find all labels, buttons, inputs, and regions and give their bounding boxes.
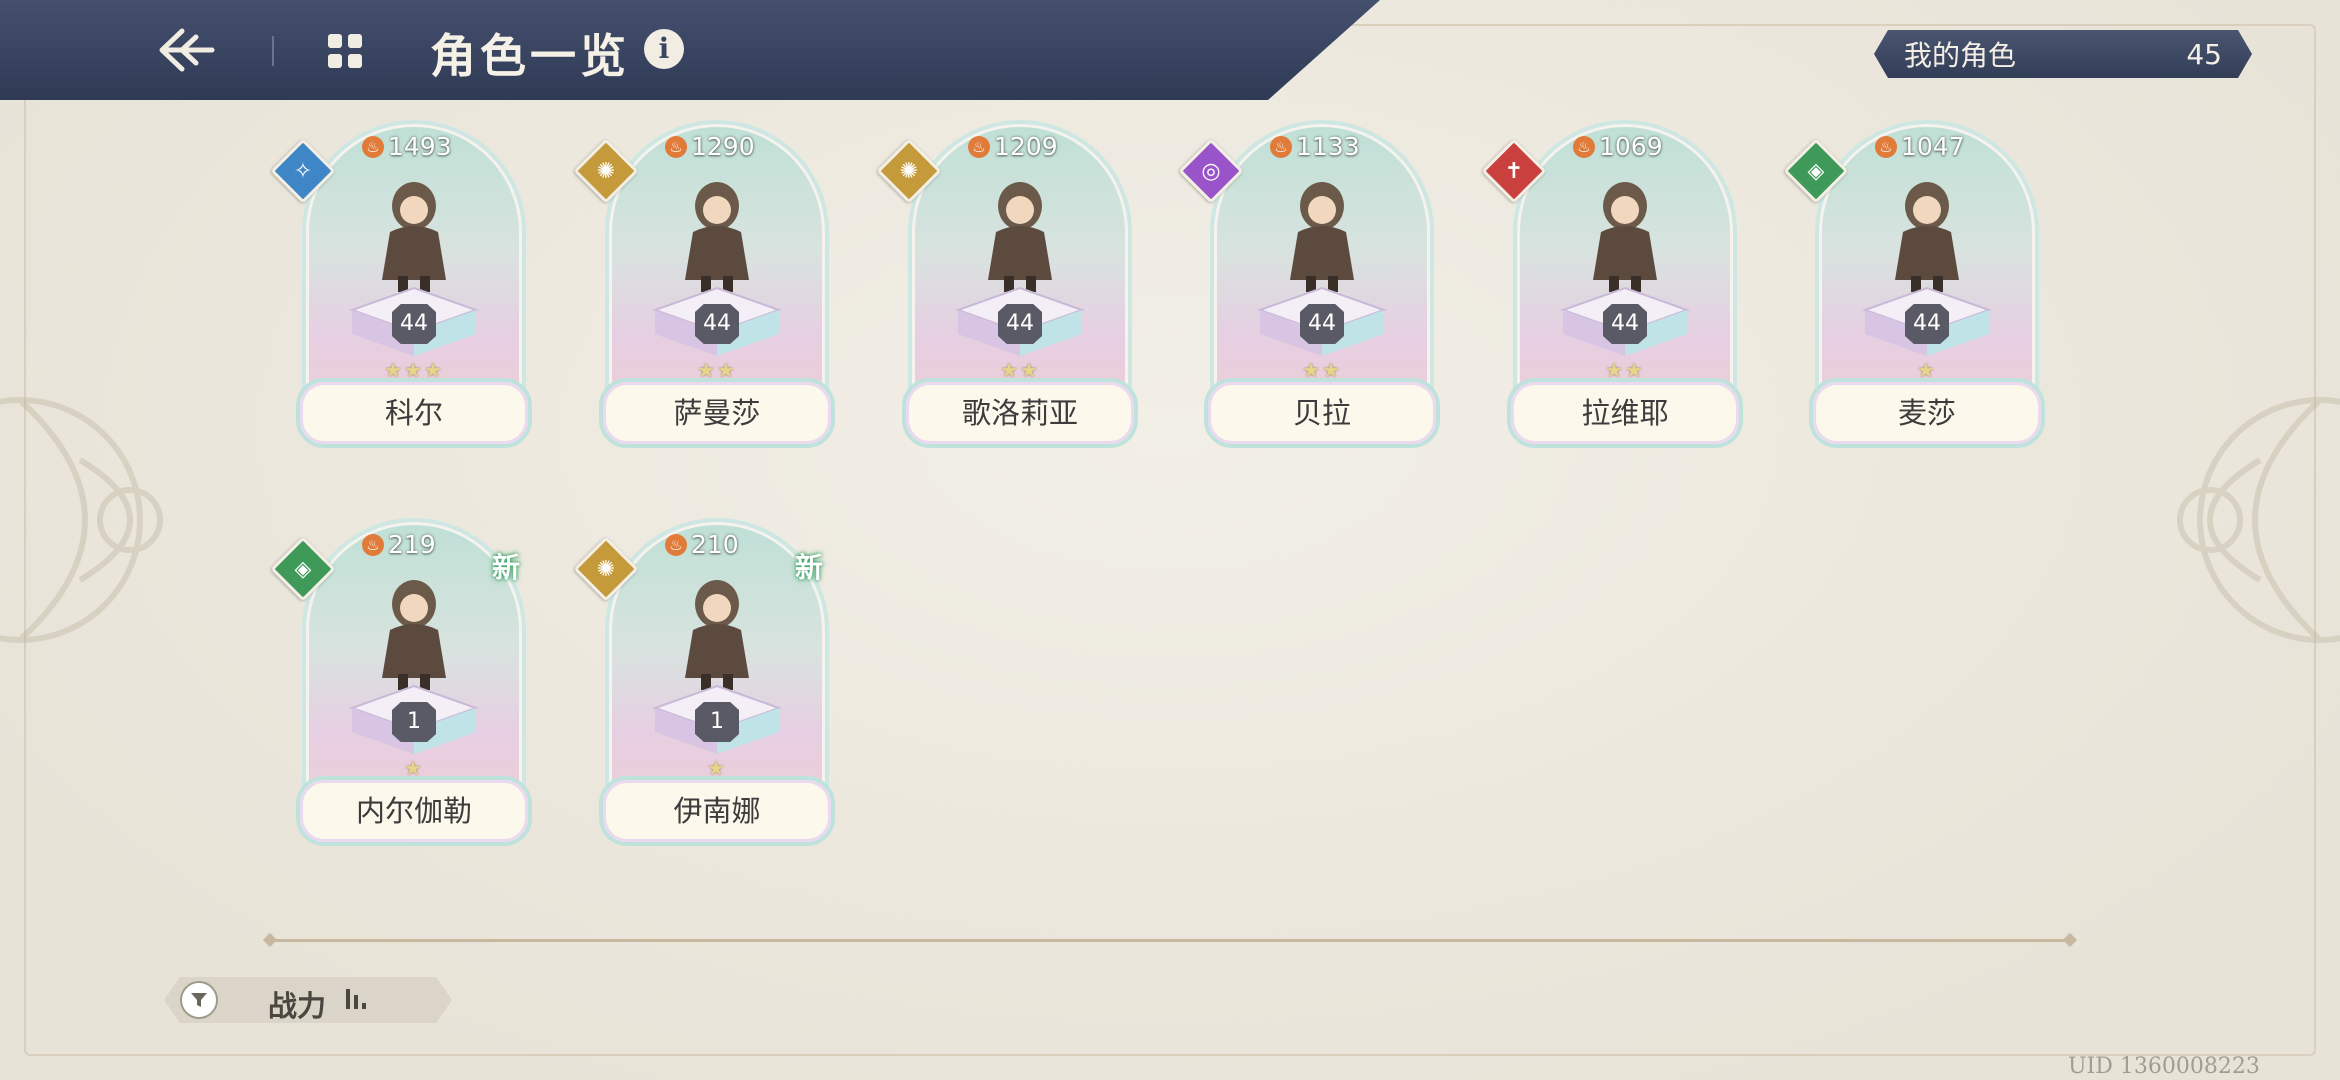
power-number: 1133 xyxy=(1296,132,1360,161)
character-name: 麦莎 xyxy=(1809,378,2045,448)
character-card[interactable]: ♨ 1047 ◈ 44 ★ 麦莎 xyxy=(1783,120,2045,458)
flame-icon: ♨ xyxy=(1573,135,1595,158)
character-name: 歌洛莉亚 xyxy=(902,378,1138,448)
new-badge: 新 xyxy=(795,551,824,584)
level-badge: 1 xyxy=(392,702,436,742)
sort-bars-icon xyxy=(344,987,370,1011)
character-name: 科尔 xyxy=(296,378,532,448)
level-badge: 44 xyxy=(1905,304,1949,344)
back-button[interactable] xyxy=(150,22,220,78)
header-separator xyxy=(272,36,274,66)
sort-button[interactable]: 战力 xyxy=(164,977,452,1023)
character-portrait-icon xyxy=(685,182,749,292)
back-arrow-icon xyxy=(159,28,215,72)
character-name: 萨曼莎 xyxy=(599,378,835,448)
level-badge: 1 xyxy=(695,702,739,742)
my-roles-counter: 我的角色 45 xyxy=(1874,30,2252,78)
filter-icon xyxy=(180,981,218,1019)
power-value: ♨ 1133 xyxy=(1270,132,1360,161)
info-icon[interactable]: i xyxy=(644,29,684,69)
character-card[interactable]: ♨ 1133 ◎ 44 ★★ 贝拉 xyxy=(1178,120,1440,458)
flame-icon: ♨ xyxy=(362,533,384,556)
character-card[interactable]: ♨ 1493 ✧ 44 ★★★ 科尔 xyxy=(270,120,532,458)
character-name: 伊南娜 xyxy=(599,776,835,846)
character-name: 拉维耶 xyxy=(1507,378,1743,448)
character-card[interactable]: ♨ 210 ✺ 新 1 ★ 伊南娜 xyxy=(573,518,835,856)
power-number: 210 xyxy=(691,530,739,559)
grid-view-icon[interactable] xyxy=(324,30,366,72)
level-badge: 44 xyxy=(1603,304,1647,344)
flame-icon: ♨ xyxy=(362,135,384,158)
power-value: ♨ 219 xyxy=(362,530,436,559)
power-number: 1209 xyxy=(994,132,1058,161)
character-portrait-icon xyxy=(988,182,1052,292)
my-roles-count: 45 xyxy=(2186,37,2222,71)
character-name: 贝拉 xyxy=(1204,378,1440,448)
right-ornament xyxy=(2177,397,2340,643)
my-roles-label: 我的角色 xyxy=(1904,39,2017,72)
power-number: 1290 xyxy=(691,132,755,161)
power-number: 219 xyxy=(388,530,436,559)
character-card[interactable]: ♨ 219 ◈ 新 1 ★ 内尔伽勒 xyxy=(270,518,532,856)
character-name: 内尔伽勒 xyxy=(296,776,532,846)
power-value: ♨ 210 xyxy=(665,530,739,559)
left-ornament xyxy=(0,397,163,643)
uid-label: UID 1360008223 xyxy=(2068,1054,2260,1079)
sort-label: 战力 xyxy=(268,989,327,1023)
flame-icon: ♨ xyxy=(968,135,990,158)
level-badge: 44 xyxy=(392,304,436,344)
flame-icon: ♨ xyxy=(665,533,687,556)
character-card[interactable]: ♨ 1290 ✺ 44 ★★ 萨曼莎 xyxy=(573,120,835,458)
character-portrait-icon xyxy=(685,580,749,690)
level-badge: 44 xyxy=(695,304,739,344)
section-divider xyxy=(270,939,2070,942)
flame-icon: ♨ xyxy=(1875,135,1897,158)
page-title: 角色一览 xyxy=(430,29,630,83)
new-badge: 新 xyxy=(492,551,521,584)
power-value: ♨ 1290 xyxy=(665,132,755,161)
flame-icon: ♨ xyxy=(665,135,687,158)
level-badge: 44 xyxy=(1300,304,1344,344)
character-portrait-icon xyxy=(1895,182,1959,292)
power-number: 1069 xyxy=(1599,132,1663,161)
character-portrait-icon xyxy=(382,580,446,690)
level-badge: 44 xyxy=(998,304,1042,344)
flame-icon: ♨ xyxy=(1270,135,1292,158)
power-value: ♨ 1493 xyxy=(362,132,452,161)
character-portrait-icon xyxy=(1593,182,1657,292)
power-number: 1493 xyxy=(388,132,452,161)
character-portrait-icon xyxy=(382,182,446,292)
power-number: 1047 xyxy=(1901,132,1965,161)
character-portrait-icon xyxy=(1290,182,1354,292)
character-card[interactable]: ♨ 1069 ✝ 44 ★★ 拉维耶 xyxy=(1481,120,1743,458)
power-value: ♨ 1209 xyxy=(968,132,1058,161)
character-card[interactable]: ♨ 1209 ✺ 44 ★★ 歌洛莉亚 xyxy=(876,120,1138,458)
power-value: ♨ 1069 xyxy=(1573,132,1663,161)
power-value: ♨ 1047 xyxy=(1875,132,1965,161)
